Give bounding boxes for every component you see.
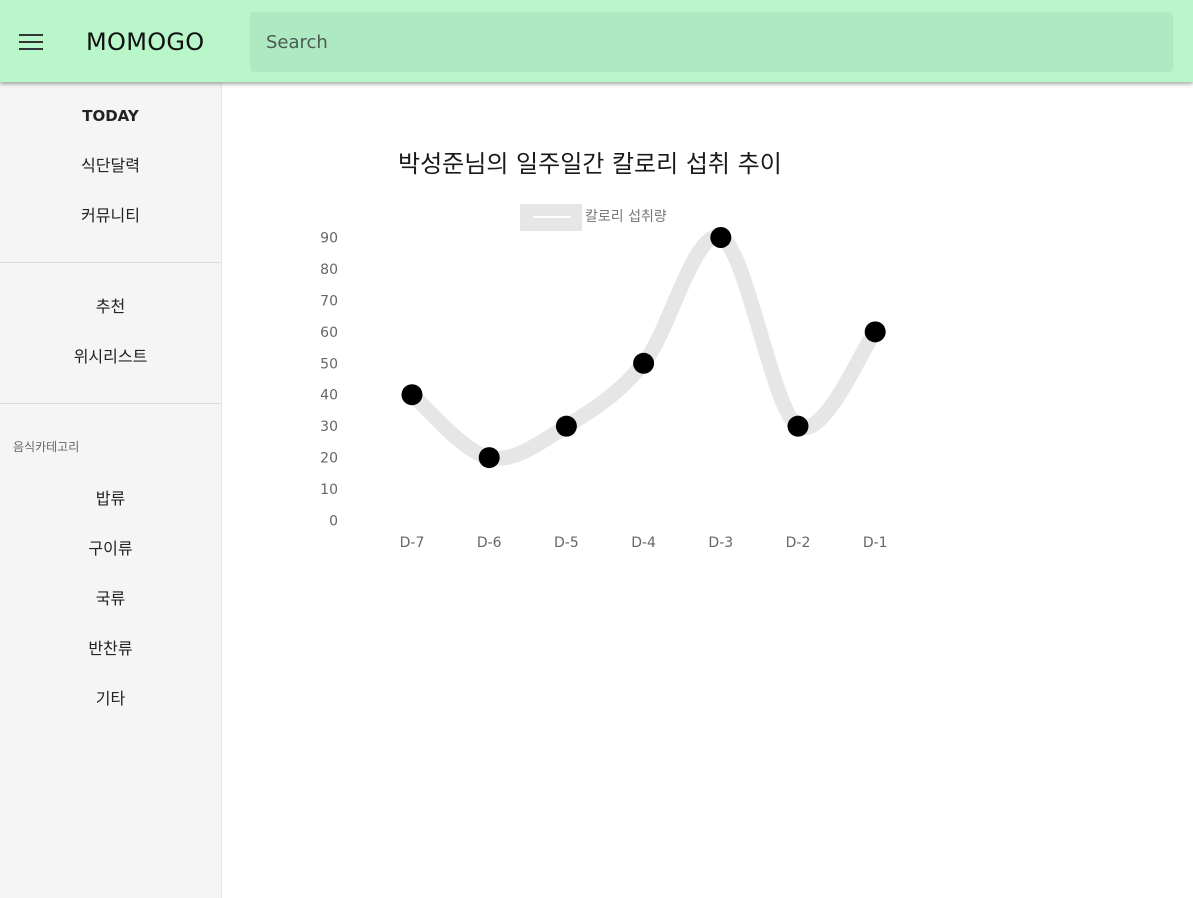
data-point-D-5[interactable]	[555, 415, 577, 437]
nav-item-community[interactable]: 커뮤니티	[0, 196, 221, 236]
data-point-D-4[interactable]	[633, 352, 655, 374]
x-tick-label: D-2	[786, 535, 811, 551]
y-tick-label: 10	[320, 482, 338, 498]
legend-label: 칼로리 섭취량	[585, 209, 667, 225]
app-title: MOMOGO	[86, 28, 205, 56]
nav-item-etc[interactable]: 기타	[0, 679, 221, 719]
app-bar: MOMOGO	[0, 0, 1193, 82]
y-tick-label: 30	[320, 419, 338, 435]
y-tick-label: 20	[320, 451, 338, 467]
navigation-drawer: TODAY 식단달력 커뮤니티 추천 위시리스트 음식카테고리 밥류 구이류 국…	[0, 82, 222, 898]
category-subheader: 음식카테고리	[13, 440, 80, 454]
x-axis-ticks: D-7 D-6 D-5 D-4 D-3 D-2 D-1	[400, 535, 888, 551]
nav-item-wishlist[interactable]: 위시리스트	[0, 337, 221, 377]
calorie-line-chart: 칼로리 섭취량 0 10 20 30 40 50 60 70 80 90 D-7 D-6 D-5 D-4…	[320, 204, 888, 551]
menu-button[interactable]	[10, 21, 52, 63]
nav-item-side-dish[interactable]: 반찬류	[0, 629, 221, 669]
hamburger-menu-icon	[19, 34, 43, 50]
nav-item-recommend[interactable]: 추천	[0, 287, 221, 327]
x-tick-label: D-6	[477, 535, 502, 551]
x-tick-label: D-3	[708, 535, 733, 551]
x-tick-label: D-4	[631, 535, 656, 551]
y-tick-label: 80	[320, 262, 338, 278]
data-point-D-1[interactable]	[864, 321, 886, 343]
y-tick-label: 40	[320, 388, 338, 404]
chart-legend: 칼로리 섭취량	[520, 204, 667, 231]
nav-item-soup[interactable]: 국류	[0, 579, 221, 619]
x-tick-label: D-5	[554, 535, 579, 551]
search-box[interactable]	[250, 12, 1173, 72]
main-content: 박성준님의 일주일간 칼로리 섭취 추이 칼로리 섭취량 0 10 20 30 40 50…	[221, 82, 1193, 898]
y-axis-ticks: 0 10 20 30 40 50 60 70 80 90	[320, 231, 338, 530]
drawer-divider	[0, 403, 221, 404]
y-tick-label: 70	[320, 293, 338, 309]
y-tick-label: 60	[320, 325, 338, 341]
data-point-D-3[interactable]	[710, 227, 732, 248]
nav-item-today[interactable]: TODAY	[0, 96, 221, 136]
y-tick-label: 0	[329, 514, 338, 530]
data-point-D-7[interactable]	[401, 384, 423, 406]
nav-item-rice[interactable]: 밥류	[0, 479, 221, 519]
x-tick-label: D-1	[863, 535, 888, 551]
y-tick-label: 50	[320, 356, 338, 372]
search-input[interactable]	[250, 12, 1173, 72]
x-tick-label: D-7	[400, 535, 425, 551]
drawer-divider	[0, 262, 221, 263]
data-point-D-2[interactable]	[787, 415, 809, 437]
data-point-D-6[interactable]	[478, 447, 500, 469]
nav-item-grilled[interactable]: 구이류	[0, 529, 221, 569]
nav-item-meal-calendar[interactable]: 식단달력	[0, 146, 221, 186]
y-tick-label: 90	[320, 231, 338, 247]
